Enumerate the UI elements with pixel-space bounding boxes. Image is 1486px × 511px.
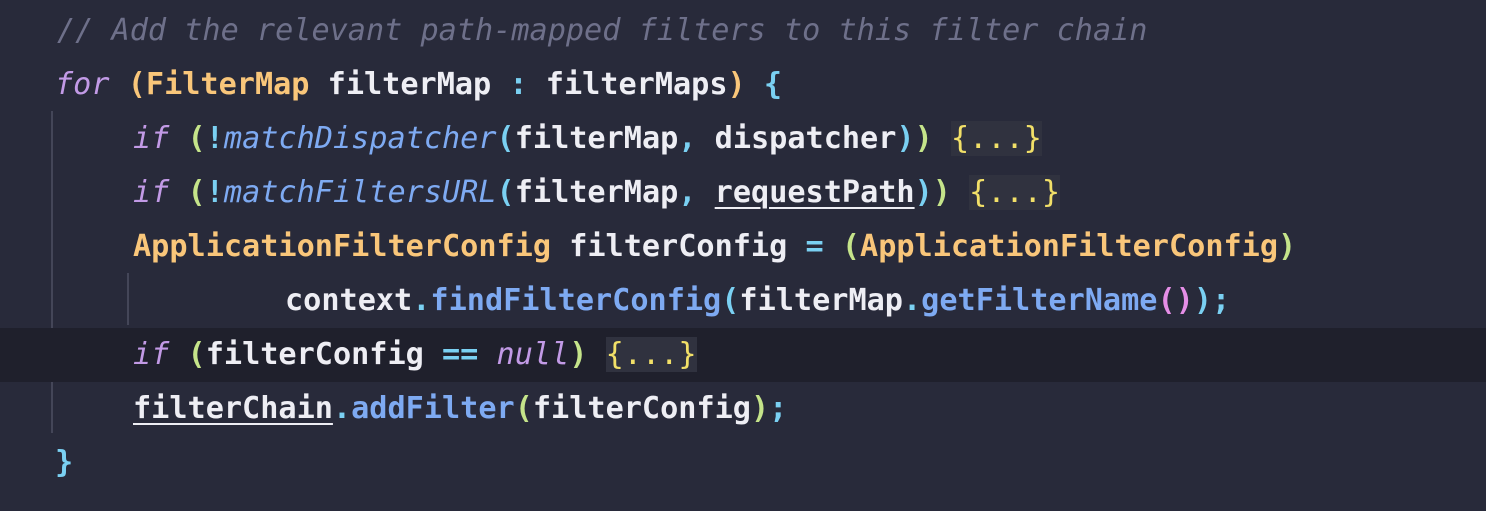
not-operator: ! [205,175,224,210]
paren-close: ) [932,175,951,210]
paren-open: ( [514,391,533,426]
arg-filterconfig: filterConfig [532,391,751,426]
receiver-context: context [285,283,413,318]
dot: . [412,283,431,318]
paren-close-inner: ) [914,175,933,210]
receiver-filterchain: filterChain [133,391,333,426]
comment-text: // Add the relevant path-mapped filters … [57,13,1148,48]
type-applicationfilterconfig: ApplicationFilterConfig [133,229,552,264]
cast-type: ApplicationFilterConfig [860,229,1279,264]
paren-close: ) [569,337,588,372]
paren-open: ( [127,67,146,102]
arg-filtermap: filterMap [739,283,903,318]
method-matchdispatcher: matchDispatcher [223,121,497,156]
folded-block[interactable]: {...} [950,121,1042,156]
dot: . [902,283,922,318]
method-addfilter: addFilter [351,391,515,426]
var-filtermap: filterMap [309,67,510,102]
brace-close: } [55,445,74,480]
code-line-if-null[interactable]: if (filterConfig == null) {...} [0,328,1486,382]
colon-operator: : [509,67,528,102]
paren-open: ( [169,175,206,210]
arg-filtermap: filterMap [514,121,679,156]
arg-filtermap: filterMap [514,175,679,210]
brace-open: { [745,67,783,102]
method-matchfiltersurl: matchFiltersURL [223,175,497,210]
code-line-closing-brace[interactable]: } [0,436,1486,490]
code-line-declaration[interactable]: ApplicationFilterConfig filterConfig = (… [0,220,1486,274]
paren-close: ) [1193,283,1213,318]
code-line-if-url[interactable]: if (!matchFiltersURL(filterMap, requestP… [0,166,1486,220]
code-line-addfilter[interactable]: filterChain.addFilter(filterConfig); [0,382,1486,436]
paren-close: ) [727,67,746,102]
method-getfiltername: getFilterName [921,283,1158,318]
folded-block[interactable]: {...} [969,175,1061,210]
var-filterconfig: filterConfig [205,337,442,372]
assign-operator: = [805,229,824,264]
var-filterconfig: filterConfig [551,229,806,264]
paren-open: ( [721,283,740,318]
semicolon: ; [769,391,788,426]
paren-close: ) [914,121,933,156]
dot: . [332,391,352,426]
comma: , [678,121,697,156]
paren-close: ) [750,391,770,426]
keyword-for: for [55,67,110,102]
type-filtermap: FilterMap [145,67,310,102]
paren-close-inner: ) [896,121,915,156]
keyword-null: null [496,337,570,372]
paren-close: ) [1278,229,1297,264]
keyword-if: if [133,337,170,372]
not-operator: ! [205,121,224,156]
paren-open-inner: ( [496,175,515,210]
code-line-if-dispatcher[interactable]: if (!matchDispatcher(filterMap, dispatch… [0,112,1486,166]
method-findfilterconfig: findFilterConfig [430,283,722,318]
paren-open: ( [169,121,206,156]
folded-block[interactable]: {...} [605,337,697,372]
var-filtermaps: filterMaps [527,67,728,102]
arg-requestpath: requestPath [714,175,915,210]
code-line-comment[interactable]: // Add the relevant path-mapped filters … [0,4,1486,58]
equals-operator: == [442,337,479,372]
keyword-if: if [133,121,170,156]
keyword-if: if [133,175,170,210]
paren-close-inner: ) [1175,283,1194,318]
paren-open: ( [823,229,861,264]
paren-open: ( [169,337,206,372]
paren-open-inner: ( [496,121,515,156]
semicolon: ; [1212,283,1231,318]
arg-dispatcher: dispatcher [696,121,897,156]
paren-open-inner: ( [1157,283,1176,318]
comma: , [678,175,697,210]
code-editor[interactable]: // Add the relevant path-mapped filters … [0,0,1486,511]
code-line-continuation[interactable]: context.findFilterConfig(filterMap.getFi… [0,274,1486,328]
code-line-for[interactable]: for (FilterMap filterMap : filterMaps) { [0,58,1486,112]
